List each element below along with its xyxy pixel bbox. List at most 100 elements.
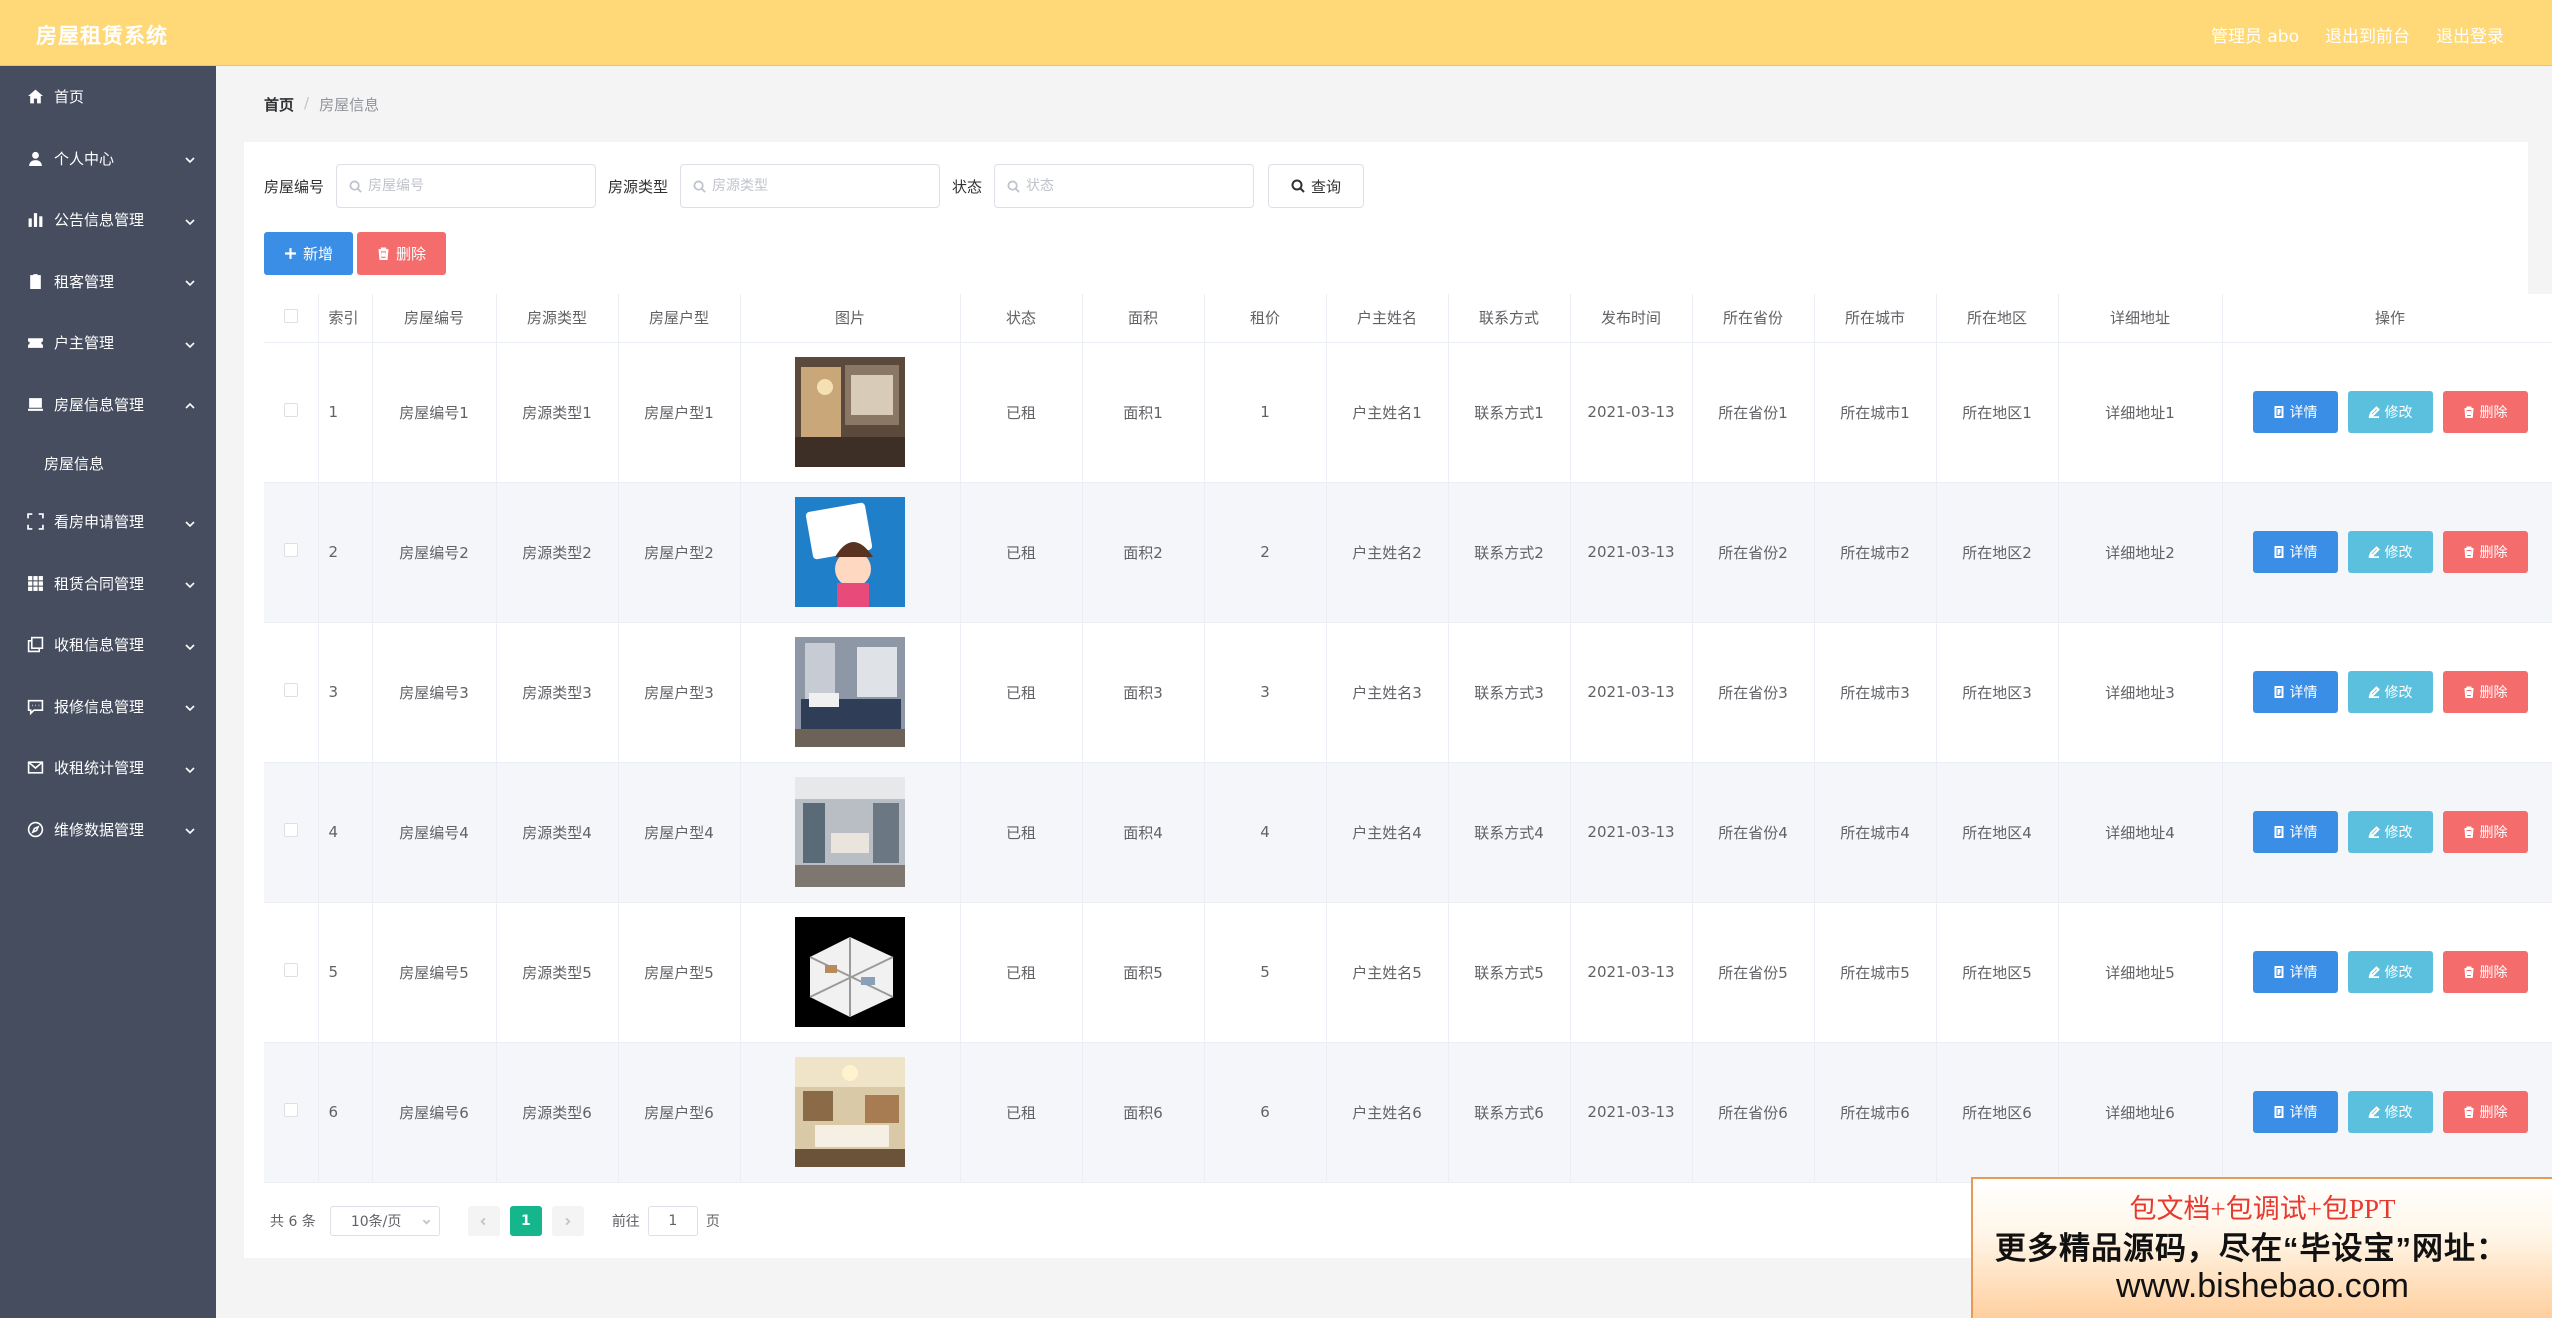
- action-bar: 新增 删除: [264, 232, 447, 275]
- logout-link[interactable]: 退出登录: [2436, 22, 2504, 47]
- edit-button[interactable]: 修改: [2347, 391, 2433, 433]
- cell-owner: 户主姓名6: [1326, 1042, 1449, 1183]
- chevron-down-icon: [184, 516, 196, 528]
- sidebar-item-viewing[interactable]: 看房申请管理: [0, 491, 216, 553]
- trash-icon: [378, 247, 389, 260]
- edit-button[interactable]: 修改: [2347, 1091, 2433, 1133]
- house-thumbnail: [795, 917, 905, 1027]
- row-checkbox[interactable]: [283, 403, 298, 417]
- sidebar-item-notice[interactable]: 公告信息管理: [0, 189, 216, 251]
- house-type-input[interactable]: [712, 178, 913, 194]
- detail-button[interactable]: 详情: [2252, 951, 2338, 993]
- column-header: 图片: [740, 294, 961, 343]
- edit-icon: [2367, 966, 2380, 978]
- cell-area: 面积2: [1082, 482, 1205, 623]
- row-checkbox[interactable]: [283, 683, 298, 697]
- edit-button[interactable]: 修改: [2347, 811, 2433, 853]
- edit-icon: [2367, 686, 2380, 698]
- search-icon: [1291, 179, 1305, 193]
- detail-button[interactable]: 详情: [2252, 671, 2338, 713]
- house-no-input-wrap: [336, 164, 597, 208]
- sidebar-item-owner[interactable]: 户主管理: [0, 312, 216, 374]
- cell-house-no: 房屋编号2: [372, 482, 497, 623]
- sidebar-item-personal[interactable]: 个人中心: [0, 128, 216, 190]
- delete-button[interactable]: 删除: [2442, 391, 2528, 433]
- cell-address: 详细地址4: [2058, 762, 2223, 903]
- sidebar-item-house-info[interactable]: 房屋信息管理: [0, 374, 216, 436]
- document-icon: [2274, 1106, 2283, 1118]
- sidebar-item-repair[interactable]: 报修信息管理: [0, 676, 216, 738]
- cell-address: 详细地址3: [2058, 622, 2223, 763]
- delete-button[interactable]: 删除: [2442, 671, 2528, 713]
- goto-page-input[interactable]: [647, 1206, 698, 1236]
- sidebar-item-rent-collection[interactable]: 收租信息管理: [0, 614, 216, 676]
- delete-button[interactable]: 删除: [2442, 531, 2528, 573]
- cell-date: 2021-03-13: [1570, 342, 1693, 483]
- delete-button[interactable]: 删除: [2442, 811, 2528, 853]
- copy-icon: [26, 636, 44, 654]
- delete-button-label: 删除: [2479, 825, 2508, 841]
- cell-contact: 联系方式1: [1448, 342, 1571, 483]
- sidebar-item-contract[interactable]: 租赁合同管理: [0, 553, 216, 615]
- breadcrumb-home[interactable]: 首页: [264, 94, 294, 115]
- cell-operations: 详情 修改 删除: [2222, 1042, 2552, 1183]
- grid-icon: [26, 574, 44, 592]
- cell-district: 所在地区2: [1936, 482, 2059, 623]
- cell-owner: 户主姓名5: [1326, 902, 1449, 1043]
- batch-delete-button[interactable]: 删除: [357, 232, 447, 275]
- delete-button[interactable]: 删除: [2442, 1091, 2528, 1133]
- column-header: 房屋户型: [618, 294, 741, 343]
- row-checkbox[interactable]: [283, 1103, 298, 1117]
- cell-status: 已租: [960, 622, 1083, 763]
- house-thumbnail: [795, 777, 905, 887]
- sidebar-item-maintenance[interactable]: 维修数据管理: [0, 799, 216, 861]
- delete-button[interactable]: 删除: [2442, 951, 2528, 993]
- cell-layout: 房屋户型4: [618, 762, 741, 903]
- row-checkbox[interactable]: [283, 963, 298, 977]
- add-button[interactable]: 新增: [264, 232, 354, 275]
- edit-button[interactable]: 修改: [2347, 951, 2433, 993]
- promo-line-2: 更多精品源码，尽在“毕设宝”网址：: [1995, 1231, 2508, 1266]
- cell-contact: 联系方式5: [1448, 902, 1571, 1043]
- prev-page-button[interactable]: [467, 1206, 500, 1236]
- page-number-active[interactable]: 1: [509, 1206, 542, 1236]
- sidebar-item-home[interactable]: 首页: [0, 66, 216, 128]
- next-page-button[interactable]: [551, 1206, 584, 1236]
- column-header: 户主姓名: [1326, 294, 1449, 343]
- query-button[interactable]: 查询: [1268, 164, 1365, 208]
- cell-city: 所在城市2: [1814, 482, 1937, 623]
- page-size-select[interactable]: 10条/页: [329, 1206, 440, 1236]
- sidebar-item-label: 租赁合同管理: [54, 574, 145, 593]
- cell-province: 所在省份6: [1692, 1042, 1815, 1183]
- detail-button-label: 详情: [2289, 545, 2318, 561]
- edit-button[interactable]: 修改: [2347, 671, 2433, 713]
- cell-layout: 房屋户型3: [618, 622, 741, 763]
- goto-suffix: 页: [705, 1214, 720, 1230]
- chart-icon: [26, 211, 44, 229]
- trash-icon: [2464, 826, 2473, 838]
- row-checkbox[interactable]: [283, 823, 298, 837]
- sidebar-item-rent-stats[interactable]: 收租统计管理: [0, 737, 216, 799]
- edit-button[interactable]: 修改: [2347, 531, 2433, 573]
- status-input[interactable]: [1026, 178, 1227, 194]
- detail-button[interactable]: 详情: [2252, 531, 2338, 573]
- cell-index: 4: [318, 762, 373, 903]
- chevron-down-icon: [184, 214, 196, 226]
- row-select-cell: [264, 482, 319, 623]
- table-row: 2 房屋编号2 房源类型2 房屋户型2 已租 面积2 2 户主姓名2 联系方式2 2021-03-…: [264, 482, 2552, 623]
- chevron-down-icon: [184, 762, 196, 774]
- cell-date: 2021-03-13: [1570, 482, 1693, 623]
- cell-area: 面积6: [1082, 1042, 1205, 1183]
- detail-button[interactable]: 详情: [2252, 1091, 2338, 1133]
- edit-button-label: 修改: [2384, 405, 2413, 421]
- top-header: 房屋租赁系统 管理员 abo 退出到前台 退出登录: [0, 0, 2552, 66]
- sidebar-item-tenant[interactable]: 租客管理: [0, 251, 216, 313]
- back-to-front-link[interactable]: 退出到前台: [2325, 22, 2410, 47]
- ticket-icon: [26, 334, 44, 352]
- house-no-input[interactable]: [368, 178, 569, 194]
- sidebar-subitem-house-info[interactable]: 房屋信息: [0, 435, 216, 491]
- select-all-checkbox[interactable]: [283, 308, 298, 323]
- detail-button[interactable]: 详情: [2252, 391, 2338, 433]
- detail-button[interactable]: 详情: [2252, 811, 2338, 853]
- row-checkbox[interactable]: [283, 543, 298, 557]
